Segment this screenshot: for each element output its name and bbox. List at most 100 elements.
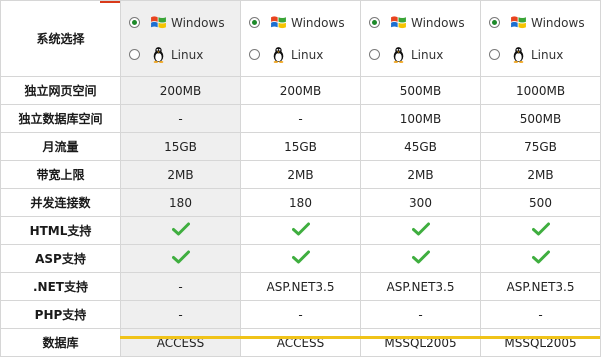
table-row-database: 数据库 ACCESS ACCESS MSSQL2005 MSSQL2005 [0,328,601,357]
os-label-windows: Windows [291,15,345,30]
cell-php-plan-1: - [120,300,241,329]
radio-windows-plan-4[interactable] [489,17,500,28]
row-label-system: 系统选择 [0,0,121,77]
cell-traffic-plan-2: 15GB [240,132,361,161]
table-row-html: HTML支持 [0,216,601,245]
table-row-web-space: 独立网页空间 200MB 200MB 500MB 1000MB [0,76,601,105]
linux-penguin-icon [273,47,284,63]
cell-dotnet-plan-4: ASP.NET3.5 [480,272,601,301]
cell-html-plan-2 [240,216,361,245]
os-option-windows[interactable]: Windows [242,14,360,31]
row-label-database: 数据库 [0,328,121,357]
green-check-icon [531,222,550,236]
cell-asp-plan-1 [120,244,241,273]
cell-dotnet-plan-3: ASP.NET3.5 [360,272,481,301]
table-row-traffic: 月流量 15GB 15GB 45GB 75GB [0,132,601,161]
os-selector-plan-1: Windows Linux [120,0,241,77]
row-label-db-space: 独立数据库空间 [0,104,121,133]
cell-web-space-plan-4: 1000MB [480,76,601,105]
radio-windows-plan-1[interactable] [129,17,140,28]
radio-linux-plan-2[interactable] [249,49,260,60]
cell-db-space-plan-2: - [240,104,361,133]
os-selector-plan-2: Windows Linux [240,0,361,77]
green-check-icon [291,250,310,264]
windows-logo-icon [391,16,406,29]
cell-html-plan-4 [480,216,601,245]
row-label-bandwidth: 带宽上限 [0,160,121,189]
row-label-web-space: 独立网页空间 [0,76,121,105]
cell-web-space-plan-1: 200MB [120,76,241,105]
radio-linux-plan-4[interactable] [489,49,500,60]
row-label-connections: 并发连接数 [0,188,121,217]
cell-traffic-plan-4: 75GB [480,132,601,161]
table-row-connections: 并发连接数 180 180 300 500 [0,188,601,217]
cell-connections-plan-2: 180 [240,188,361,217]
radio-windows-plan-2[interactable] [249,17,260,28]
os-option-windows[interactable]: Windows [122,14,240,31]
windows-logo-icon [151,16,166,29]
cell-asp-plan-3 [360,244,481,273]
cell-database-plan-4: MSSQL2005 [480,328,601,357]
hosting-plan-comparison-table: 系统选择 Windows Linux Windows Linux Windows… [0,0,601,357]
linux-penguin-icon [393,47,404,63]
os-label-linux: Linux [291,47,324,62]
table-row-bandwidth: 带宽上限 2MB 2MB 2MB 2MB [0,160,601,189]
green-check-icon [171,250,190,264]
table-row-db-space: 独立数据库空间 - - 100MB 500MB [0,104,601,133]
cell-traffic-plan-3: 45GB [360,132,481,161]
cell-html-plan-1 [120,216,241,245]
row-label-html: HTML支持 [0,216,121,245]
cell-bandwidth-plan-1: 2MB [120,160,241,189]
radio-linux-plan-3[interactable] [369,49,380,60]
table-row-asp: ASP支持 [0,244,601,273]
cell-traffic-plan-1: 15GB [120,132,241,161]
linux-penguin-icon [153,47,164,63]
cell-php-plan-4: - [480,300,601,329]
row-label-asp: ASP支持 [0,244,121,273]
green-check-icon [531,250,550,264]
bottom-accent-bar [120,336,600,339]
radio-linux-plan-1[interactable] [129,49,140,60]
cell-web-space-plan-3: 500MB [360,76,481,105]
os-selector-plan-4: Windows Linux [480,0,601,77]
os-option-windows[interactable]: Windows [362,14,480,31]
os-option-windows[interactable]: Windows [482,14,600,31]
linux-penguin-icon [513,47,524,63]
cell-dotnet-plan-2: ASP.NET3.5 [240,272,361,301]
windows-logo-icon [511,16,526,29]
os-label-linux: Linux [171,47,204,62]
cell-php-plan-3: - [360,300,481,329]
os-label-windows: Windows [531,15,585,30]
row-label-traffic: 月流量 [0,132,121,161]
os-label-linux: Linux [411,47,444,62]
table-row-system: 系统选择 Windows Linux Windows Linux Windows… [0,0,601,77]
os-label-windows: Windows [171,15,225,30]
cell-php-plan-2: - [240,300,361,329]
windows-logo-icon [271,16,286,29]
cell-web-space-plan-2: 200MB [240,76,361,105]
cell-connections-plan-1: 180 [120,188,241,217]
green-check-icon [291,222,310,236]
cell-db-space-plan-4: 500MB [480,104,601,133]
radio-windows-plan-3[interactable] [369,17,380,28]
os-option-linux[interactable]: Linux [122,46,240,63]
cell-db-space-plan-3: 100MB [360,104,481,133]
cell-bandwidth-plan-3: 2MB [360,160,481,189]
os-label-windows: Windows [411,15,465,30]
green-check-icon [411,250,430,264]
cell-connections-plan-4: 500 [480,188,601,217]
os-option-linux[interactable]: Linux [362,46,480,63]
cell-bandwidth-plan-2: 2MB [240,160,361,189]
cell-database-plan-1: ACCESS [120,328,241,357]
os-selector-plan-3: Windows Linux [360,0,481,77]
os-option-linux[interactable]: Linux [482,46,600,63]
row-label-php: PHP支持 [0,300,121,329]
cell-database-plan-3: MSSQL2005 [360,328,481,357]
os-label-linux: Linux [531,47,564,62]
cell-database-plan-2: ACCESS [240,328,361,357]
cell-connections-plan-3: 300 [360,188,481,217]
os-option-linux[interactable]: Linux [242,46,360,63]
cell-db-space-plan-1: - [120,104,241,133]
cell-html-plan-3 [360,216,481,245]
cell-bandwidth-plan-4: 2MB [480,160,601,189]
